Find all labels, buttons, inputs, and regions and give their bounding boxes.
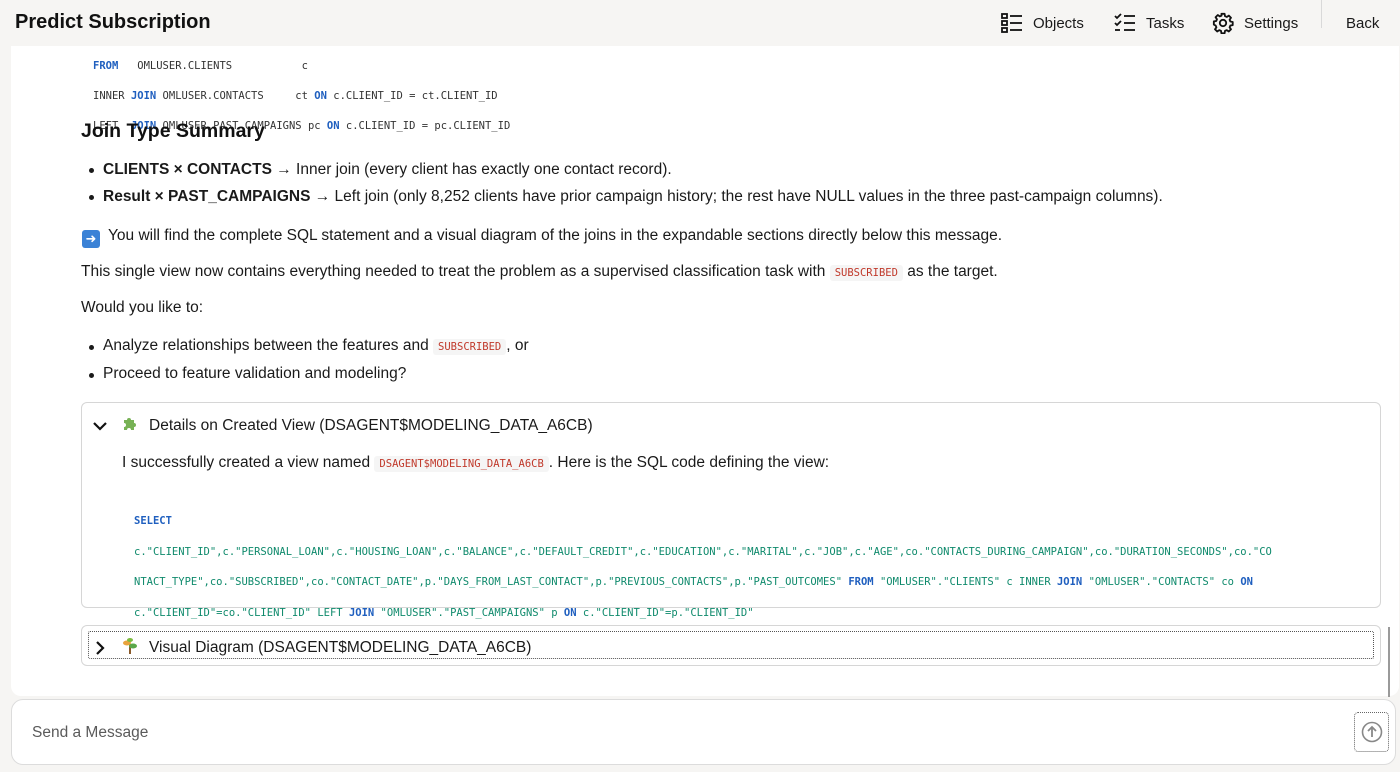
bullet-inner-join: CLIENTS × CONTACTS → Inner join (every c… xyxy=(103,161,672,179)
sql-condition: c."CLIENT_ID"=co."CLIENT_ID" LEFT xyxy=(134,607,349,620)
sql-columns: NTACT_TYPE",co."SUBSCRIBED",co."CONTACT_… xyxy=(134,576,849,589)
intro-text: . Here is the SQL code defining the view… xyxy=(548,454,830,471)
sql-condition: c."CLIENT_ID"=p."CLIENT_ID" xyxy=(576,607,754,620)
bullet-bold: CLIENTS × CONTACTS xyxy=(103,161,272,178)
arrow-text: You will find the complete SQL statement… xyxy=(108,227,1003,244)
sql-keyword: ON xyxy=(1240,576,1253,589)
tasks-button[interactable]: Tasks xyxy=(1114,10,1184,36)
sql-keyword: JOIN xyxy=(130,90,157,102)
bullet-left-join: Result × PAST_CAMPAIGNS → Left join (onl… xyxy=(103,188,1163,206)
objects-label: Objects xyxy=(1033,14,1084,32)
top-bar: Predict Subscription Objects Tasks Setti… xyxy=(0,0,1400,46)
details-panel: Details on Created View (DSAGENT$MODELIN… xyxy=(81,402,1381,619)
send-arrow-up-icon xyxy=(1361,721,1382,743)
sql-line: c."CLIENT_ID"=co."CLIENT_ID" LEFT JOIN "… xyxy=(134,606,1334,621)
intro-text: I successfully created a view named xyxy=(122,454,375,471)
chevron-down-icon[interactable] xyxy=(90,421,110,431)
para-text: This single view now contains everything… xyxy=(81,263,830,280)
message-input[interactable] xyxy=(32,724,1332,742)
sql-line: SELECT xyxy=(134,514,1334,529)
sql-keyword: ON xyxy=(563,607,577,620)
send-button[interactable] xyxy=(1354,712,1389,752)
sql-table: "OMLUSER"."CONTACTS" co xyxy=(1082,576,1241,589)
bullet-dot xyxy=(89,373,94,378)
para-text: as the target. xyxy=(902,263,998,280)
sql-line: NTACT_TYPE",co."SUBSCRIBED",co."CONTACT_… xyxy=(134,575,1334,590)
bullet-text: → Left join (only 8,252 clients have pri… xyxy=(310,188,1163,205)
sql-text: OMLUSER.CONTACTS ct xyxy=(156,90,315,102)
inline-code: SUBSCRIBED xyxy=(829,265,903,281)
details-panel-title: Details on Created View (DSAGENT$MODELIN… xyxy=(149,416,593,434)
bullet-dot xyxy=(89,195,94,200)
bullet-dot xyxy=(89,345,94,350)
arrow-paragraph: ➜ You will find the complete SQL statemen… xyxy=(82,227,1002,248)
sql-table: "OMLUSER"."CLIENTS" c INNER xyxy=(873,576,1057,589)
option-text: , or xyxy=(506,337,529,354)
scrollbar[interactable] xyxy=(1388,627,1390,697)
message-composer xyxy=(11,699,1396,765)
app-title: Predict Subscription xyxy=(15,11,211,33)
objects-button[interactable]: Objects xyxy=(1001,10,1084,36)
classification-paragraph: This single view now contains everything… xyxy=(81,263,998,281)
option-analyze: Analyze relationships between the featur… xyxy=(103,337,529,355)
option-proceed: Proceed to feature validation and modeli… xyxy=(103,365,407,382)
sql-text: OMLUSER.CLIENTS c xyxy=(118,60,308,72)
option-text: Analyze relationships between the featur… xyxy=(103,337,434,354)
objects-list-icon xyxy=(1001,13,1022,33)
sql-line-2: INNER JOIN OMLUSER.CONTACTS ct ON c.CLIE… xyxy=(93,89,510,104)
sql-keyword: FROM xyxy=(93,60,119,72)
diagram-panel-header[interactable]: Visual Diagram (DSAGENT$MODELING_DATA_A6… xyxy=(90,637,531,659)
sql-keyword: ON xyxy=(326,120,340,132)
bullet-bold: Result × PAST_CAMPAIGNS xyxy=(103,188,311,205)
sql-table: "OMLUSER"."PAST_CAMPAIGNS" p xyxy=(374,607,564,620)
right-arrow-icon: ➜ xyxy=(82,230,100,248)
details-panel-header[interactable]: Details on Created View (DSAGENT$MODELIN… xyxy=(90,415,593,436)
sql-line: c."CLIENT_ID",c."PERSONAL_LOAN",c."HOUSI… xyxy=(134,545,1334,560)
diagram-panel-title: Visual Diagram (DSAGENT$MODELING_DATA_A6… xyxy=(149,639,532,656)
settings-label: Settings xyxy=(1244,14,1299,32)
question-text: Would you like to: xyxy=(81,299,204,316)
sql-text: c.CLIENT_ID = pc.CLIENT_ID xyxy=(339,120,511,132)
inline-code: DSAGENT$MODELING_DATA_A6CB xyxy=(374,456,549,472)
sql-keyword: SELECT xyxy=(134,515,172,528)
tasks-checklist-icon xyxy=(1114,13,1135,31)
sql-keyword: FROM xyxy=(848,576,874,589)
sql-keyword: JOIN xyxy=(1056,576,1083,589)
settings-button[interactable]: Settings xyxy=(1212,10,1298,36)
back-button[interactable]: Back xyxy=(1346,10,1379,36)
nav-divider xyxy=(1321,0,1322,28)
tasks-label: Tasks xyxy=(1146,14,1185,32)
sql-text: c.CLIENT_ID = ct.CLIENT_ID xyxy=(326,90,498,102)
details-intro: I successfully created a view named DSAG… xyxy=(122,454,829,472)
sql-columns: c."CLIENT_ID",c."PERSONAL_LOAN",c."HOUSI… xyxy=(134,545,1272,558)
inline-code: SUBSCRIBED xyxy=(433,339,507,355)
back-label: Back xyxy=(1346,14,1380,32)
sql-keyword: JOIN xyxy=(348,607,375,620)
puzzle-icon xyxy=(122,415,142,436)
sql-line-1: FROM OMLUSER.CLIENTS c xyxy=(93,59,510,74)
bullet-text: → Inner join (every client has exactly o… xyxy=(271,161,672,178)
section-heading: Join Type Summary xyxy=(81,120,265,142)
diagram-panel: Visual Diagram (DSAGENT$MODELING_DATA_A6… xyxy=(81,625,1381,666)
plant-icon xyxy=(122,637,142,659)
sql-keyword: ON xyxy=(314,90,327,102)
chevron-right-icon[interactable] xyxy=(90,641,110,655)
sql-text: INNER xyxy=(93,90,131,102)
gear-icon xyxy=(1212,12,1234,34)
bullet-dot xyxy=(89,168,94,173)
